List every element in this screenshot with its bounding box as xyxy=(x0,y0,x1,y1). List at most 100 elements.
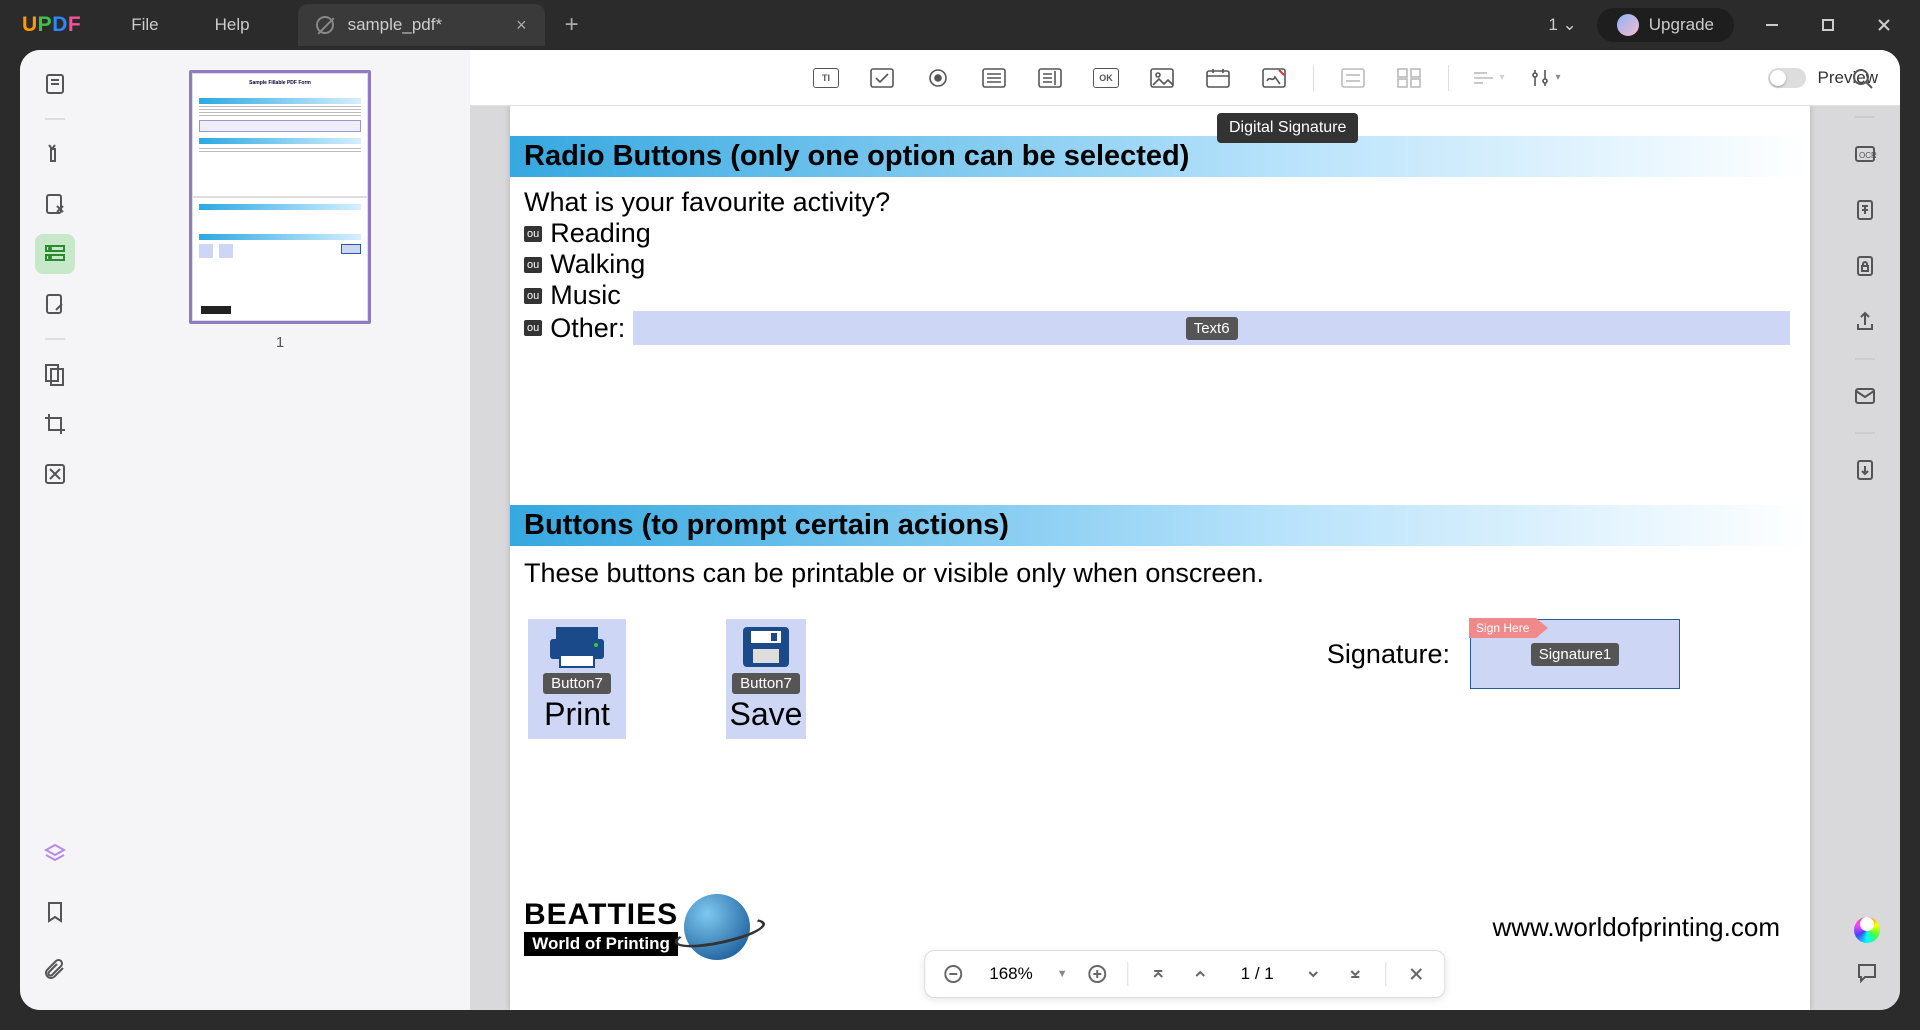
export-tool[interactable] xyxy=(1845,450,1885,490)
menu-help[interactable]: Help xyxy=(187,15,278,35)
compress-tool[interactable] xyxy=(1845,190,1885,230)
menu-file[interactable]: File xyxy=(103,15,186,35)
radio-label: Walking xyxy=(550,249,645,280)
left-toolbar xyxy=(20,50,90,1010)
svg-text:OCR: OCR xyxy=(1859,151,1877,160)
avatar-icon xyxy=(1617,14,1639,36)
chat-button[interactable] xyxy=(1855,961,1879,990)
globe-icon xyxy=(684,894,750,960)
radio-option-other[interactable]: ou Other: Text6 xyxy=(524,311,1810,345)
button-tool[interactable]: OK xyxy=(1089,61,1123,95)
radio-badge: ou xyxy=(524,320,542,336)
upgrade-label: Upgrade xyxy=(1649,15,1714,35)
nav-separator xyxy=(1128,962,1129,986)
form-settings-tool[interactable]: ▾ xyxy=(1527,61,1561,95)
radio-label: Music xyxy=(550,280,621,311)
ocr-tool[interactable]: OCR xyxy=(1845,134,1885,174)
text-field-tool[interactable]: TI xyxy=(809,61,843,95)
last-page-button[interactable] xyxy=(1344,962,1368,986)
ai-assistant-button[interactable] xyxy=(1854,911,1880,943)
layers-tool[interactable] xyxy=(35,834,75,874)
edit-tool[interactable] xyxy=(35,184,75,224)
prev-page-button[interactable] xyxy=(1189,962,1213,986)
zoom-out-button[interactable] xyxy=(941,962,965,986)
radio-button-tool[interactable] xyxy=(921,61,955,95)
protect-tool[interactable] xyxy=(1845,246,1885,286)
sign-here-tab: Sign Here xyxy=(1469,618,1536,638)
toolbar-separator xyxy=(1855,432,1875,434)
close-nav-button[interactable] xyxy=(1405,962,1429,986)
nav-separator xyxy=(1386,962,1387,986)
image-field-tool[interactable] xyxy=(1145,61,1179,95)
page-tools[interactable] xyxy=(35,354,75,394)
count-value: 1 xyxy=(1548,15,1557,34)
radio-question: What is your favourite activity? xyxy=(524,187,1810,218)
section-heading-buttons: Buttons (to prompt certain actions) xyxy=(510,505,1810,546)
bookmark-tool[interactable] xyxy=(35,892,75,932)
next-page-button[interactable] xyxy=(1302,962,1326,986)
first-page-button[interactable] xyxy=(1147,962,1171,986)
dropdown-tool[interactable] xyxy=(977,61,1011,95)
pdf-page[interactable]: Radio Buttons (only one option can be se… xyxy=(510,106,1810,1010)
page-indicator[interactable]: 1 / 1 xyxy=(1231,964,1284,984)
redact-tool[interactable] xyxy=(35,454,75,494)
form-grid-tool[interactable] xyxy=(1392,61,1426,95)
comment-tool[interactable] xyxy=(35,134,75,174)
align-tool[interactable]: ▾ xyxy=(1471,61,1505,95)
thumbnail-image-bottom xyxy=(192,197,368,321)
form-recognize-tool[interactable] xyxy=(1336,61,1370,95)
signature-field[interactable]: Sign Here Signature1 xyxy=(1470,619,1680,689)
zoom-dropdown-icon[interactable]: ▼ xyxy=(1057,968,1068,980)
open-doc-count[interactable]: 1 ⌄ xyxy=(1548,15,1576,35)
new-tab-button[interactable]: + xyxy=(565,11,579,39)
date-field-tool[interactable] xyxy=(1201,61,1235,95)
radio-option-music[interactable]: ouMusic xyxy=(524,280,1810,311)
field-tag: Signature1 xyxy=(1531,643,1620,666)
toolbar-separator xyxy=(1448,65,1449,91)
digital-signature-tool[interactable]: Digital Signature xyxy=(1257,61,1291,95)
thumbnail-page-1[interactable]: Sample Fillable PDF Form xyxy=(189,70,371,324)
reader-tool[interactable] xyxy=(35,64,75,104)
share-tool[interactable] xyxy=(1845,302,1885,342)
company-url: www.worldofprinting.com xyxy=(1492,912,1780,943)
tab-close-icon[interactable]: × xyxy=(456,15,527,36)
chevron-down-icon: ▾ xyxy=(1555,72,1560,83)
logo-letter-d: D xyxy=(52,13,68,36)
email-tool[interactable] xyxy=(1845,376,1885,416)
radio-option-walking[interactable]: ouWalking xyxy=(524,249,1810,280)
tab-doc-icon xyxy=(316,16,334,34)
title-bar: UPDF File Help sample_pdf* × + 1 ⌄ Upgra… xyxy=(0,0,1920,50)
print-button-field[interactable]: Button7 Print xyxy=(528,619,626,739)
window-close-button[interactable] xyxy=(1866,7,1902,43)
toolbar-separator xyxy=(1855,358,1875,360)
organize-tool[interactable] xyxy=(35,284,75,324)
search-button[interactable] xyxy=(1846,62,1880,96)
checkbox-tool[interactable] xyxy=(865,61,899,95)
zoom-value[interactable]: 168% xyxy=(983,964,1038,984)
preview-toggle[interactable] xyxy=(1768,68,1806,88)
document-tab[interactable]: sample_pdf* × xyxy=(298,4,545,46)
crop-tool[interactable] xyxy=(35,404,75,444)
list-box-tool[interactable] xyxy=(1033,61,1067,95)
ai-ring-icon xyxy=(1854,917,1880,943)
window-minimize-button[interactable] xyxy=(1754,7,1790,43)
radio-option-reading[interactable]: ouReading xyxy=(524,218,1810,249)
upgrade-button[interactable]: Upgrade xyxy=(1597,8,1734,42)
right-toolbar: OCR xyxy=(1830,106,1900,490)
buttons-description: These buttons can be printable or visibl… xyxy=(524,558,1796,589)
chevron-down-icon: ▾ xyxy=(1499,72,1504,83)
text-field-other[interactable]: Text6 xyxy=(633,311,1790,345)
thumbnail-number: 1 xyxy=(189,334,371,351)
logo-letter-f: F xyxy=(68,13,81,36)
form-tool[interactable] xyxy=(35,234,75,274)
text-field-icon: TI xyxy=(813,68,839,88)
zoom-in-button[interactable] xyxy=(1086,962,1110,986)
toolbar-separator xyxy=(45,118,65,120)
window-maximize-button[interactable] xyxy=(1810,7,1846,43)
logo-letter-p: P xyxy=(38,13,53,36)
attachment-tool[interactable] xyxy=(35,950,75,990)
thumbnails-panel: Sample Fillable PDF Form 1 xyxy=(90,50,470,1010)
radio-label: Reading xyxy=(550,218,651,249)
save-button-field[interactable]: Button7 Save xyxy=(726,619,806,739)
floppy-icon xyxy=(737,625,795,669)
